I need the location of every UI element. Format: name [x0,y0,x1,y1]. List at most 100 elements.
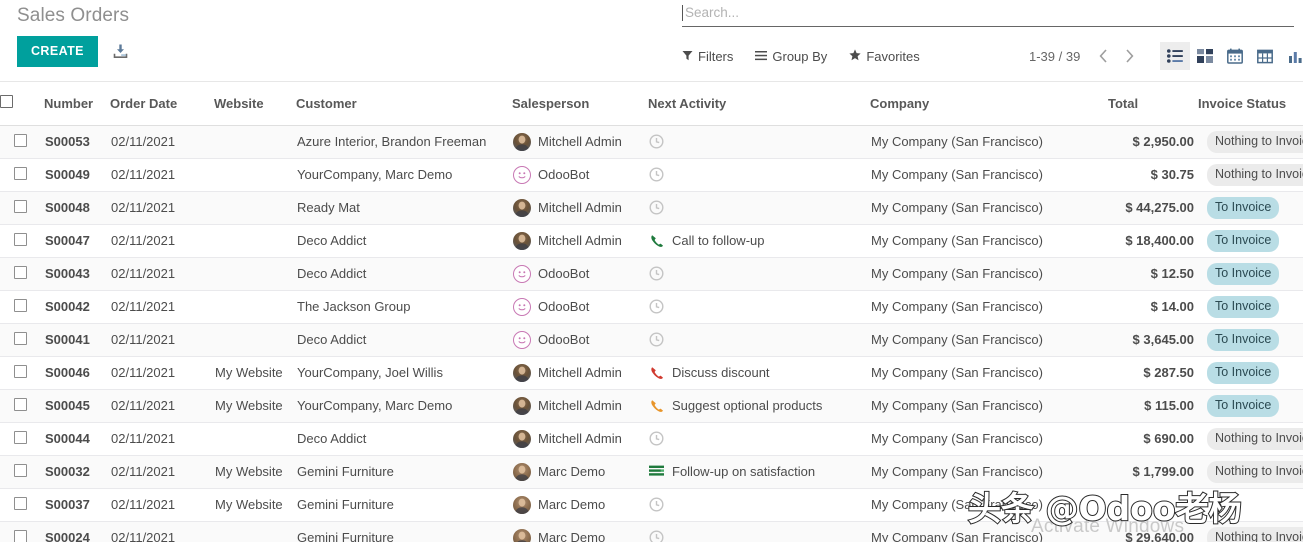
filters-button[interactable]: Filters [682,49,733,64]
list-view-icon[interactable] [1160,42,1190,70]
clock-icon[interactable] [649,200,664,215]
table-row[interactable]: S0003202/11/2021My WebsiteGemini Furnitu… [0,455,1303,488]
table-row[interactable]: S0004302/11/2021Deco AddictOdooBotMy Com… [0,257,1303,290]
row-checkbox[interactable] [14,233,27,246]
table-row[interactable]: S0003702/11/2021My WebsiteGemini Furnitu… [0,488,1303,521]
phone-icon[interactable] [649,365,664,380]
row-checkbox[interactable] [14,167,27,180]
clock-icon[interactable] [649,299,664,314]
select-all-checkbox[interactable] [0,95,13,108]
cell-next-activity [648,125,870,158]
avatar[interactable] [513,463,531,481]
table-row[interactable]: S0004702/11/2021Deco AddictMitchell Admi… [0,224,1303,257]
avatar[interactable] [513,133,531,151]
row-checkbox[interactable] [14,134,27,147]
row-checkbox[interactable] [14,530,27,542]
cell-number[interactable]: S00032 [44,455,110,488]
avatar[interactable] [513,166,531,184]
avatar[interactable] [513,496,531,514]
import-icon[interactable] [112,43,129,60]
clock-icon[interactable] [649,431,664,446]
clock-icon[interactable] [649,332,664,347]
cell-number[interactable]: S00047 [44,224,110,257]
avatar[interactable] [513,364,531,382]
row-checkbox[interactable] [14,332,27,345]
row-checkbox[interactable] [14,431,27,444]
column-header-website[interactable]: Website [214,82,296,125]
kanban-view-icon[interactable] [1190,42,1220,70]
clock-icon[interactable] [649,134,664,149]
avatar[interactable] [513,529,531,542]
calendar-view-icon[interactable] [1220,42,1250,70]
row-checkbox[interactable] [14,365,27,378]
email-icon[interactable] [649,464,664,479]
activity-label: Discuss discount [672,365,770,380]
column-header-next-activity[interactable]: Next Activity [648,82,870,125]
create-button[interactable]: CREATE [17,36,98,67]
cell-customer: YourCompany, Marc Demo [296,158,512,191]
pager-label[interactable]: 1-39 / 39 [1029,49,1080,64]
cell-number[interactable]: S00048 [44,191,110,224]
avatar[interactable] [513,298,531,316]
cell-number[interactable]: S00044 [44,422,110,455]
avatar[interactable] [513,331,531,349]
column-header-total[interactable]: Total [1108,82,1198,125]
cell-number[interactable]: S00041 [44,323,110,356]
cell-number[interactable]: S00053 [44,125,110,158]
table-row[interactable]: S0004202/11/2021The Jackson GroupOdooBot… [0,290,1303,323]
chevron-right-icon[interactable] [1118,45,1140,67]
salesperson-name: Mitchell Admin [538,200,622,215]
row-checkbox[interactable] [14,200,27,213]
search-box[interactable] [682,0,1294,27]
order-number: S00032 [45,464,90,479]
cell-number[interactable]: S00024 [44,521,110,542]
column-header-order-date[interactable]: Order Date [110,82,214,125]
table-row[interactable]: S0004602/11/2021My WebsiteYourCompany, J… [0,356,1303,389]
table-row[interactable]: S0004902/11/2021YourCompany, Marc DemoOd… [0,158,1303,191]
header-row: Number Order Date Website Customer Sales… [0,82,1303,125]
avatar[interactable] [513,199,531,217]
status-badge: To Invoice [1207,197,1279,219]
cell-website [214,323,296,356]
column-header-invoice-status[interactable]: Invoice Status [1198,82,1303,125]
avatar[interactable] [513,265,531,283]
clock-icon[interactable] [649,530,664,542]
column-header-salesperson[interactable]: Salesperson [512,82,648,125]
group-by-button[interactable]: Group By [755,49,827,64]
graph-view-icon[interactable] [1280,42,1303,70]
clock-icon[interactable] [649,167,664,182]
favorites-button[interactable]: Favorites [849,49,919,64]
cell-number[interactable]: S00043 [44,257,110,290]
column-header-company[interactable]: Company [870,82,1108,125]
table-row[interactable]: S0004502/11/2021My WebsiteYourCompany, M… [0,389,1303,422]
column-header-customer[interactable]: Customer [296,82,512,125]
row-checkbox[interactable] [14,299,27,312]
phone-icon[interactable] [649,233,664,248]
table-row[interactable]: S0004802/11/2021Ready MatMitchell AdminM… [0,191,1303,224]
cell-number[interactable]: S00046 [44,356,110,389]
phone-icon[interactable] [649,398,664,413]
table-row[interactable]: S0005302/11/2021Azure Interior, Brandon … [0,125,1303,158]
row-checkbox[interactable] [14,266,27,279]
table-row[interactable]: S0004102/11/2021Deco AddictOdooBotMy Com… [0,323,1303,356]
table-row[interactable]: S0004402/11/2021Deco AddictMitchell Admi… [0,422,1303,455]
cell-number[interactable]: S00045 [44,389,110,422]
avatar[interactable] [513,397,531,415]
row-checkbox[interactable] [14,464,27,477]
column-header-number[interactable]: Number [44,82,110,125]
pivot-view-icon[interactable] [1250,42,1280,70]
chevron-left-icon[interactable] [1092,45,1114,67]
search-input[interactable] [685,2,1245,22]
table-row[interactable]: S0002402/11/2021Gemini FurnitureMarc Dem… [0,521,1303,542]
row-checkbox[interactable] [14,398,27,411]
avatar[interactable] [513,232,531,250]
clock-icon[interactable] [649,497,664,512]
cell-next-activity [648,521,870,542]
avatar[interactable] [513,430,531,448]
cell-salesperson: Mitchell Admin [512,356,648,389]
cell-number[interactable]: S00042 [44,290,110,323]
clock-icon[interactable] [649,266,664,281]
cell-number[interactable]: S00049 [44,158,110,191]
row-checkbox[interactable] [14,497,27,510]
cell-number[interactable]: S00037 [44,488,110,521]
